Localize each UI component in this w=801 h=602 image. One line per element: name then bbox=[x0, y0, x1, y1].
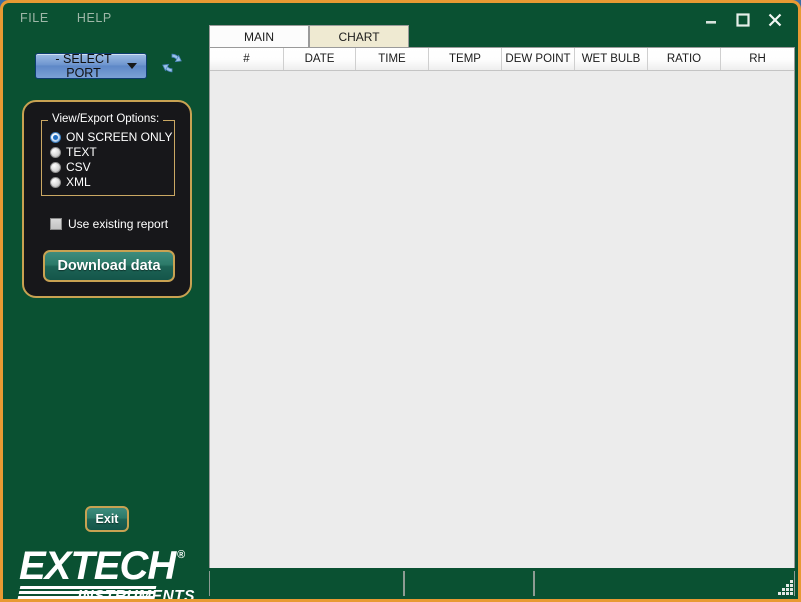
radio-label: ON SCREEN ONLY bbox=[66, 130, 173, 144]
column-header-date[interactable]: DATE bbox=[284, 48, 356, 70]
options-legend: View/Export Options: bbox=[48, 113, 164, 125]
minimize-icon bbox=[706, 21, 716, 24]
column-header-dew-point[interactable]: DEW POINT bbox=[502, 48, 575, 70]
select-port-label: - SELECT PORT bbox=[55, 51, 112, 80]
close-button[interactable] bbox=[764, 9, 786, 31]
use-existing-report-label: Use existing report bbox=[68, 217, 169, 231]
maximize-button[interactable] bbox=[732, 9, 754, 31]
application-window: FILE HELP - SELECT PORT View/Export Opti… bbox=[0, 0, 801, 602]
select-port-dropdown[interactable]: - SELECT PORT bbox=[35, 51, 147, 80]
column-header-rh[interactable]: RH bbox=[721, 48, 794, 70]
status-cell-2 bbox=[404, 571, 534, 596]
extech-wordmark-text: EXTECH ® bbox=[19, 546, 185, 586]
radio-indicator-icon bbox=[50, 176, 61, 188]
data-table-panel: # DATE TIME TEMP DEW POINT WET BULB RATI… bbox=[209, 47, 795, 568]
status-bar bbox=[209, 571, 795, 596]
column-header-wet-bulb[interactable]: WET BULB bbox=[575, 48, 648, 70]
checkbox-indicator-icon bbox=[50, 218, 62, 230]
status-cell-1 bbox=[209, 571, 404, 596]
data-table-body bbox=[210, 71, 794, 568]
radio-indicator-icon bbox=[50, 146, 61, 158]
radio-label: XML bbox=[66, 175, 91, 189]
radio-label: CSV bbox=[66, 160, 91, 174]
column-header-temp[interactable]: TEMP bbox=[429, 48, 502, 70]
radio-xml[interactable]: XML bbox=[50, 175, 172, 189]
radio-on-screen-only[interactable]: ON SCREEN ONLY bbox=[50, 130, 172, 144]
resize-grip[interactable] bbox=[778, 580, 794, 596]
tab-bar: MAIN CHART bbox=[209, 25, 409, 47]
refresh-ports-button[interactable] bbox=[159, 50, 185, 81]
extech-logo: EXTECH ® INSTRUMENTS bbox=[17, 546, 199, 602]
status-cell-3 bbox=[534, 571, 795, 596]
radio-label: TEXT bbox=[66, 145, 97, 159]
logo-subtitle: INSTRUMENTS bbox=[77, 588, 195, 602]
menu-bar: FILE HELP bbox=[17, 9, 115, 27]
port-selection-row: - SELECT PORT bbox=[35, 50, 185, 81]
use-existing-report-checkbox[interactable]: Use existing report bbox=[50, 217, 168, 231]
options-fieldset: View/Export Options: ON SCREEN ONLY TEXT… bbox=[41, 113, 175, 196]
extech-wordmark-label: EXTECH bbox=[19, 544, 176, 588]
column-header-number[interactable]: # bbox=[210, 48, 284, 70]
column-header-time[interactable]: TIME bbox=[356, 48, 429, 70]
minimize-button[interactable] bbox=[700, 9, 722, 31]
data-table-header: # DATE TIME TEMP DEW POINT WET BULB RATI… bbox=[210, 48, 794, 71]
maximize-icon bbox=[736, 13, 750, 27]
registered-trademark-icon: ® bbox=[177, 549, 185, 561]
radio-indicator-icon bbox=[50, 131, 61, 143]
radio-text[interactable]: TEXT bbox=[50, 145, 172, 159]
view-export-options-panel: View/Export Options: ON SCREEN ONLY TEXT… bbox=[22, 100, 192, 298]
menu-item-file[interactable]: FILE bbox=[17, 9, 52, 27]
radio-csv[interactable]: CSV bbox=[50, 160, 172, 174]
tab-chart[interactable]: CHART bbox=[309, 25, 409, 47]
exit-button[interactable]: Exit bbox=[85, 506, 129, 532]
tab-main[interactable]: MAIN bbox=[209, 25, 309, 47]
menu-item-help[interactable]: HELP bbox=[74, 9, 115, 27]
column-header-ratio[interactable]: RATIO bbox=[648, 48, 721, 70]
close-icon bbox=[768, 13, 782, 27]
chevron-down-icon bbox=[127, 62, 137, 69]
radio-indicator-icon bbox=[50, 161, 61, 173]
download-data-button[interactable]: Download data bbox=[43, 250, 175, 282]
refresh-icon bbox=[162, 53, 182, 73]
export-format-radio-group: ON SCREEN ONLY TEXT CSV XML bbox=[50, 130, 172, 190]
